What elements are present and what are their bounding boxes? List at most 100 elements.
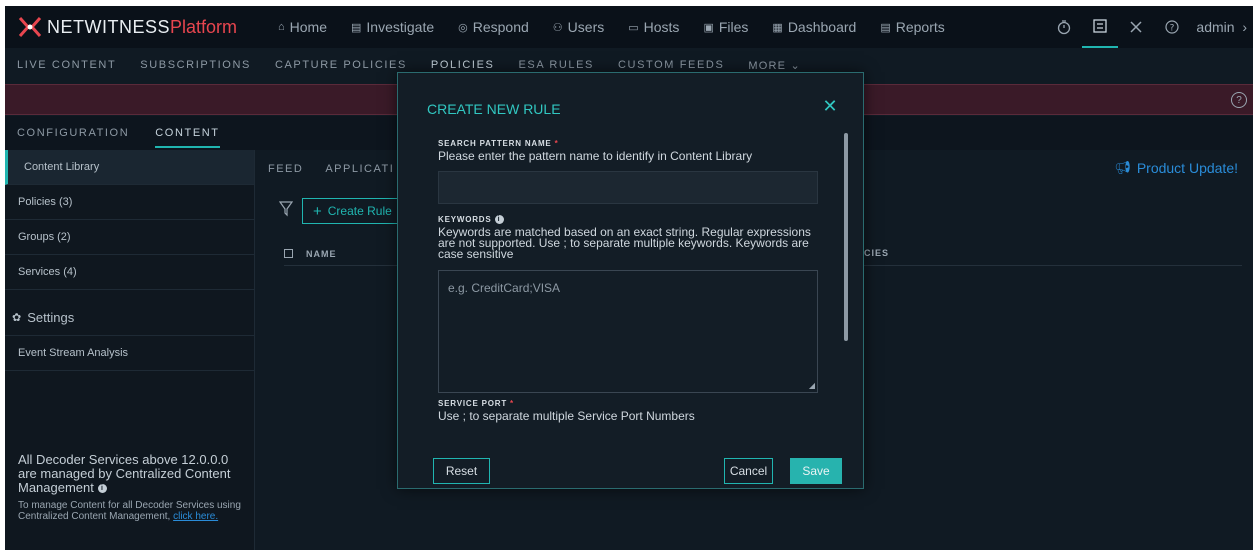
keywords-placeholder: e.g. CreditCard;VISA <box>448 281 561 296</box>
subnav-esa-rules[interactable]: ESA RULES <box>518 59 594 71</box>
subnav-capture-policies[interactable]: CAPTURE POLICIES <box>275 59 407 71</box>
hosts-icon: ▭ <box>628 21 639 34</box>
help-icon[interactable]: ? <box>1231 92 1247 108</box>
column-policies[interactable]: CIES <box>864 248 889 258</box>
gear-icon: ✿ <box>12 312 22 324</box>
service-port-label: SERVICE PORT * <box>438 399 820 408</box>
tools-icon[interactable] <box>1118 6 1154 48</box>
app-window: NETWITNESS Platform ⌂ Home ▤ Investigate… <box>5 6 1253 550</box>
home-icon: ⌂ <box>278 21 285 33</box>
nav-files-label: Files <box>718 19 749 35</box>
nav-hosts-label: Hosts <box>643 19 680 35</box>
keywords-textarea[interactable]: e.g. CreditCard;VISA ◢ <box>438 270 818 394</box>
help-icon[interactable]: ? <box>1154 6 1190 48</box>
chevron-right-icon: › <box>1238 19 1247 35</box>
keywords-label-text: KEYWORDS <box>438 215 492 224</box>
pattern-name-label: SEARCH PATTERN NAME * <box>438 139 820 148</box>
info-icon[interactable]: i <box>97 484 107 494</box>
reset-button[interactable]: Reset <box>433 458 490 484</box>
subnav-live-content[interactable]: LIVE CONTENT <box>17 59 116 71</box>
filter-icon[interactable] <box>278 201 294 220</box>
select-all-checkbox[interactable] <box>284 249 293 258</box>
required-marker: * <box>554 139 559 148</box>
subnav-subscriptions[interactable]: SUBSCRIPTIONS <box>140 59 251 71</box>
tab-content[interactable]: CONTENT <box>155 116 221 150</box>
tab-application[interactable]: APPLICATI <box>325 163 394 175</box>
sidebar-item-event-stream-analysis[interactable]: Event Stream Analysis <box>5 336 254 371</box>
sidebar-item-content-library[interactable]: Content Library <box>5 150 254 185</box>
keywords-help: Keywords are matched based on an exact s… <box>438 225 811 262</box>
keywords-label: KEYWORDS i <box>438 215 820 225</box>
nav-users-label: Users <box>567 19 605 35</box>
cancel-button[interactable]: Cancel <box>724 458 773 484</box>
nav-dashboard-label: Dashboard <box>787 19 857 35</box>
product-update-link[interactable]: 📢︎ Product Update! <box>1114 160 1238 176</box>
create-rule-dialog: CREATE NEW RULE ✕ SEARCH PATTERN NAME * P… <box>397 72 864 489</box>
logo-mark-icon <box>17 16 43 38</box>
files-icon: ▣ <box>703 21 714 34</box>
brand-name: NETWITNESS <box>47 16 171 37</box>
subnav-policies[interactable]: POLICIES <box>431 59 495 71</box>
nav-respond[interactable]: ◎ Respond <box>458 19 529 35</box>
ccm-note-sub: To manage Content for all Decoder Servic… <box>18 500 248 522</box>
nav-hosts[interactable]: ▭ Hosts <box>628 19 679 35</box>
pattern-name-label-text: SEARCH PATTERN NAME <box>438 139 552 148</box>
tab-feed[interactable]: FEED <box>268 163 303 175</box>
nav-dashboard[interactable]: ▦ Dashboard <box>772 19 856 35</box>
create-rule-label: Create Rule <box>327 204 392 218</box>
nav-home-label: Home <box>289 19 328 35</box>
nav-home[interactable]: ⌂ Home <box>278 19 327 35</box>
sidebar-item-groups[interactable]: Groups (2) <box>5 220 254 255</box>
user-menu[interactable]: admin › <box>1196 19 1247 35</box>
pattern-name-input[interactable] <box>438 171 818 204</box>
dialog-scrollbar[interactable] <box>844 133 848 341</box>
ccm-note: All Decoder Services above 12.0.0.0 are … <box>18 453 248 523</box>
save-button[interactable]: Save <box>790 458 842 484</box>
nav-tools: ? admin › <box>1046 6 1247 48</box>
close-icon[interactable]: ✕ <box>821 97 839 115</box>
timer-icon[interactable] <box>1046 6 1082 48</box>
sidebar: Content Library Policies (3) Groups (2) … <box>5 150 255 550</box>
nav-investigate-label: Investigate <box>366 19 435 35</box>
users-icon: ⚇ <box>552 21 563 34</box>
subnav-custom-feeds[interactable]: CUSTOM FEEDS <box>618 59 724 71</box>
respond-icon: ◎ <box>458 21 468 34</box>
reports-icon: ▤ <box>880 21 891 34</box>
service-port-label-text: SERVICE PORT <box>438 399 508 409</box>
megaphone-icon: 📢︎ <box>1114 160 1131 175</box>
dashboard-icon: ▦ <box>772 21 783 34</box>
plus-icon: + <box>313 202 322 220</box>
library-tabs: FEED APPLICATI <box>268 163 416 175</box>
dialog-body: SEARCH PATTERN NAME * Please enter the pa… <box>438 133 820 453</box>
tab-configuration[interactable]: CONFIGURATION <box>17 116 129 150</box>
sidebar-item-services[interactable]: Services (4) <box>5 255 254 290</box>
subnav-more-label: MORE <box>748 59 787 72</box>
column-name[interactable]: NAME <box>306 249 337 259</box>
main-nav: ⌂ Home ▤ Investigate ◎ Respond ⚇ Users ▭… <box>278 6 969 48</box>
service-port-help: Use ; to separate multiple Service Port … <box>438 409 695 424</box>
nav-reports[interactable]: ▤ Reports <box>880 19 944 35</box>
dialog-title: CREATE NEW RULE <box>427 101 561 117</box>
subnav-more[interactable]: MORE ⌄ <box>748 59 801 72</box>
nav-users[interactable]: ⚇ Users <box>553 19 604 35</box>
nav-reports-label: Reports <box>895 19 945 35</box>
chevron-down-icon: ⌄ <box>790 59 801 72</box>
nav-investigate[interactable]: ▤ Investigate <box>351 19 434 35</box>
brand-accent: Platform <box>170 16 238 37</box>
netwitness-logo[interactable]: NETWITNESS Platform <box>17 16 237 38</box>
pattern-name-help: Please enter the pattern name to identif… <box>438 149 753 163</box>
admin-config-icon[interactable] <box>1082 6 1119 48</box>
svg-text:?: ? <box>1170 24 1175 34</box>
nav-files[interactable]: ▣ Files <box>703 19 748 35</box>
sidebar-item-policies[interactable]: Policies (3) <box>5 185 254 220</box>
ccm-note-text: All Decoder Services above 12.0.0.0 are … <box>18 452 231 495</box>
sidebar-section-settings[interactable]: ✿ Settings <box>5 300 254 336</box>
investigate-icon: ▤ <box>351 21 362 34</box>
nav-respond-label: Respond <box>472 19 529 35</box>
resize-handle-icon[interactable]: ◢ <box>809 381 815 390</box>
sidebar-section-label: Settings <box>27 310 75 325</box>
ccm-click-here-link[interactable]: click here. <box>173 511 218 522</box>
info-icon[interactable]: i <box>494 215 504 225</box>
ccm-note-main: All Decoder Services above 12.0.0.0 are … <box>18 453 248 495</box>
user-name: admin <box>1196 19 1235 35</box>
